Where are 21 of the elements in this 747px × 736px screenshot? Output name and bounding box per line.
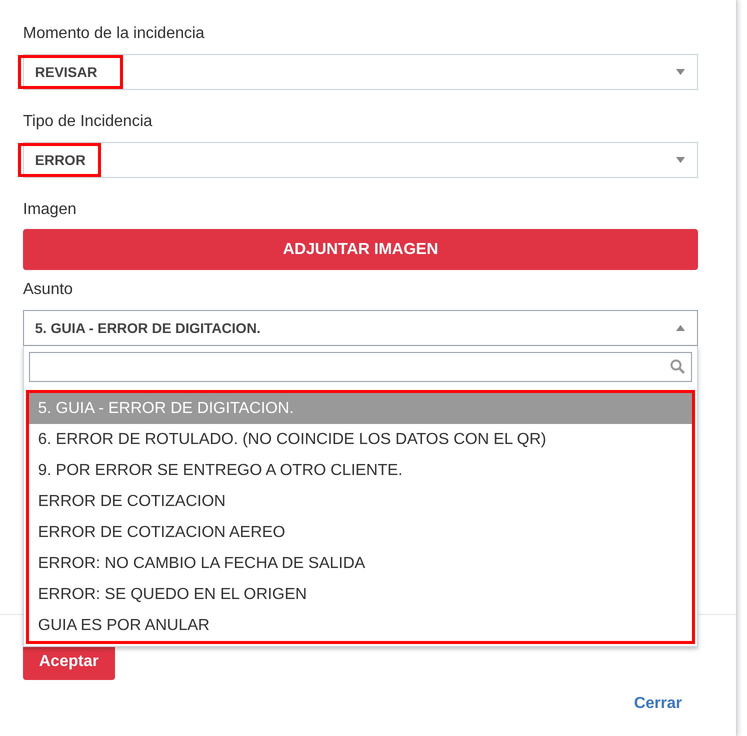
- field-label: Imagen: [23, 200, 78, 220]
- select-field[interactable]: ERROR: [23, 142, 698, 178]
- field-label: Momento de la incidencia: [23, 24, 206, 44]
- select-field[interactable]: 5. GUIA - ERROR DE DIGITACION.: [23, 310, 698, 346]
- search-icon: [670, 359, 685, 374]
- dropdown-option[interactable]: ERROR: SE QUEDO EN EL ORIGEN: [29, 579, 692, 610]
- dropdown-option[interactable]: ERROR DE COTIZACION AEREO: [29, 517, 692, 548]
- field-label: Tipo de Incidencia: [23, 112, 154, 132]
- field-label: Asunto: [23, 280, 74, 300]
- dropdown-option[interactable]: 9. POR ERROR SE ENTREGO A OTRO CLIENTE.: [29, 455, 692, 486]
- dropdown-option[interactable]: ERROR DE COTIZACION: [29, 486, 692, 517]
- dropdown-option[interactable]: GUIA ES POR ANULAR: [29, 610, 692, 641]
- caret-icon: [676, 69, 685, 75]
- close-link[interactable]: Cerrar: [634, 692, 682, 716]
- select-field[interactable]: REVISAR: [23, 54, 698, 90]
- dropdown-option[interactable]: 6. ERROR DE ROTULADO. (NO COINCIDE LOS DATOS CON EL QR): [29, 424, 692, 455]
- attach-image-button[interactable]: ADJUNTAR IMAGEN: [23, 229, 698, 270]
- caret-icon: [676, 157, 685, 163]
- dropdown-option[interactable]: ERROR: NO CAMBIO LA FECHA DE SALIDA: [29, 548, 692, 579]
- caret-icon: [676, 325, 685, 331]
- search-field[interactable]: [29, 352, 692, 382]
